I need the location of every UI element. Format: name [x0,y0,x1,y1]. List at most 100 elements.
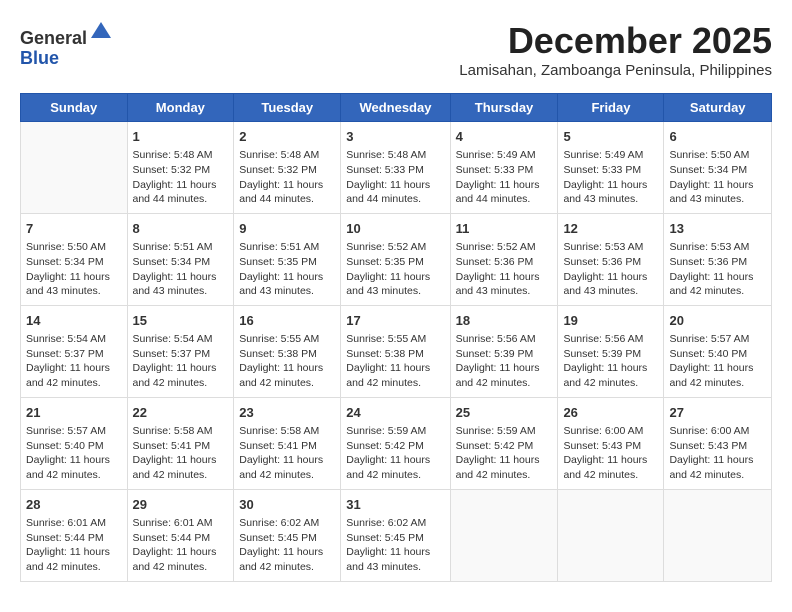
calendar-cell: 28Sunrise: 6:01 AM Sunset: 5:44 PM Dayli… [21,489,128,581]
calendar-cell: 18Sunrise: 5:56 AM Sunset: 5:39 PM Dayli… [450,305,558,397]
logo: General Blue [20,20,113,69]
calendar-cell: 22Sunrise: 5:58 AM Sunset: 5:41 PM Dayli… [127,397,234,489]
day-of-week-friday: Friday [558,94,664,122]
calendar-cell: 19 Sunrise: 5:56 AM Sunset: 5:39 PM Dayli… [558,305,664,397]
day-info: Sunrise: 5:57 AM Sunset: 5:40 PM Dayligh… [669,332,766,391]
day-info: Sunrise: 5:48 AM Sunset: 5:33 PM Dayligh… [346,148,444,207]
day-number: 13 [669,220,766,238]
day-number: 29 [133,496,229,514]
calendar-cell: 5 Sunrise: 5:49 AM Sunset: 5:33 PM Daylig… [558,122,664,214]
day-info: Sunrise: 5:53 AM Sunset: 5:36 PM Dayligh… [563,240,658,299]
calendar-cell: 12Sunrise: 5:53 AM Sunset: 5:36 PM Dayli… [558,213,664,305]
day-number: 26 [563,404,658,422]
calendar-cell: 20 Sunrise: 5:57 AM Sunset: 5:40 PM Dayli… [664,305,772,397]
calendar-cell [21,122,128,214]
day-number: 1 [133,128,229,146]
day-info: Sunrise: 5:55 AM Sunset: 5:38 PM Dayligh… [239,332,335,391]
calendar-week-4: 21Sunrise: 5:57 AM Sunset: 5:40 PM Dayli… [21,397,772,489]
day-of-week-tuesday: Tuesday [234,94,341,122]
calendar-cell: 10 Sunrise: 5:52 AM Sunset: 5:35 PM Dayli… [341,213,450,305]
day-info: Sunrise: 6:02 AM Sunset: 5:45 PM Dayligh… [239,516,335,575]
day-info: Sunrise: 5:49 AM Sunset: 5:33 PM Dayligh… [563,148,658,207]
calendar-table: SundayMondayTuesdayWednesdayThursdayFrid… [20,93,772,582]
day-info: Sunrise: 5:50 AM Sunset: 5:34 PM Dayligh… [26,240,122,299]
calendar-cell: 1 Sunrise: 5:48 AM Sunset: 5:32 PM Daylig… [127,122,234,214]
day-number: 5 [563,128,658,146]
day-number: 9 [239,220,335,238]
logo-icon [89,20,113,44]
day-info: Sunrise: 5:53 AM Sunset: 5:36 PM Dayligh… [669,240,766,299]
calendar-cell: 6 Sunrise: 5:50 AM Sunset: 5:34 PM Daylig… [664,122,772,214]
day-number: 19 [563,312,658,330]
day-number: 15 [133,312,229,330]
day-info: Sunrise: 5:48 AM Sunset: 5:32 PM Dayligh… [133,148,229,207]
day-info: Sunrise: 6:00 AM Sunset: 5:43 PM Dayligh… [563,424,658,483]
day-info: Sunrise: 5:50 AM Sunset: 5:34 PM Dayligh… [669,148,766,207]
calendar-cell: 27Sunrise: 6:00 AM Sunset: 5:43 PM Dayli… [664,397,772,489]
day-number: 23 [239,404,335,422]
logo-blue: Blue [20,48,59,68]
calendar-cell: 30Sunrise: 6:02 AM Sunset: 5:45 PM Dayli… [234,489,341,581]
day-number: 16 [239,312,335,330]
day-info: Sunrise: 5:59 AM Sunset: 5:42 PM Dayligh… [346,424,444,483]
day-number: 24 [346,404,444,422]
calendar-cell: 2Sunrise: 5:48 AM Sunset: 5:32 PM Daylig… [234,122,341,214]
subtitle: Lamisahan, Zamboanga Peninsula, Philippi… [459,62,772,79]
day-info: Sunrise: 5:48 AM Sunset: 5:32 PM Dayligh… [239,148,335,207]
day-of-week-saturday: Saturday [664,94,772,122]
day-number: 10 [346,220,444,238]
calendar-week-3: 14Sunrise: 5:54 AM Sunset: 5:37 PM Dayli… [21,305,772,397]
calendar-cell: 31 Sunrise: 6:02 AM Sunset: 5:45 PM Dayli… [341,489,450,581]
logo-general: General [20,28,87,48]
day-info: Sunrise: 5:54 AM Sunset: 5:37 PM Dayligh… [26,332,122,391]
calendar-header: SundayMondayTuesdayWednesdayThursdayFrid… [21,94,772,122]
day-info: Sunrise: 5:54 AM Sunset: 5:37 PM Dayligh… [133,332,229,391]
day-info: Sunrise: 5:52 AM Sunset: 5:36 PM Dayligh… [456,240,553,299]
days-of-week-row: SundayMondayTuesdayWednesdayThursdayFrid… [21,94,772,122]
day-number: 21 [26,404,122,422]
calendar-cell: 23Sunrise: 5:58 AM Sunset: 5:41 PM Dayli… [234,397,341,489]
title-area: December 2025 Lamisahan, Zamboanga Penin… [459,20,772,89]
calendar-body: 1 Sunrise: 5:48 AM Sunset: 5:32 PM Daylig… [21,122,772,582]
calendar-cell: 26 Sunrise: 6:00 AM Sunset: 5:43 PM Dayli… [558,397,664,489]
calendar-cell: 25 Sunrise: 5:59 AM Sunset: 5:42 PM Dayli… [450,397,558,489]
day-number: 31 [346,496,444,514]
day-number: 17 [346,312,444,330]
calendar-cell: 8 Sunrise: 5:51 AM Sunset: 5:34 PM Daylig… [127,213,234,305]
day-info: Sunrise: 5:52 AM Sunset: 5:35 PM Dayligh… [346,240,444,299]
day-of-week-thursday: Thursday [450,94,558,122]
day-number: 7 [26,220,122,238]
page-header: General Blue December 2025 Lamisahan, Za… [20,20,772,89]
calendar-cell: 24 Sunrise: 5:59 AM Sunset: 5:42 PM Dayli… [341,397,450,489]
calendar-cell: 11 Sunrise: 5:52 AM Sunset: 5:36 PM Dayli… [450,213,558,305]
calendar-cell: 13 Sunrise: 5:53 AM Sunset: 5:36 PM Dayli… [664,213,772,305]
calendar-cell [450,489,558,581]
calendar-week-2: 7 Sunrise: 5:50 AM Sunset: 5:34 PM Daylig… [21,213,772,305]
day-info: Sunrise: 5:56 AM Sunset: 5:39 PM Dayligh… [563,332,658,391]
day-info: Sunrise: 5:58 AM Sunset: 5:41 PM Dayligh… [133,424,229,483]
day-number: 6 [669,128,766,146]
day-info: Sunrise: 6:00 AM Sunset: 5:43 PM Dayligh… [669,424,766,483]
calendar-week-1: 1 Sunrise: 5:48 AM Sunset: 5:32 PM Daylig… [21,122,772,214]
day-info: Sunrise: 6:01 AM Sunset: 5:44 PM Dayligh… [133,516,229,575]
day-number: 11 [456,220,553,238]
day-info: Sunrise: 5:55 AM Sunset: 5:38 PM Dayligh… [346,332,444,391]
day-info: Sunrise: 5:49 AM Sunset: 5:33 PM Dayligh… [456,148,553,207]
day-number: 3 [346,128,444,146]
calendar-cell: 4Sunrise: 5:49 AM Sunset: 5:33 PM Daylig… [450,122,558,214]
day-number: 25 [456,404,553,422]
calendar-cell: 3 Sunrise: 5:48 AM Sunset: 5:33 PM Daylig… [341,122,450,214]
day-number: 20 [669,312,766,330]
calendar-cell: 29 Sunrise: 6:01 AM Sunset: 5:44 PM Dayli… [127,489,234,581]
day-info: Sunrise: 6:02 AM Sunset: 5:45 PM Dayligh… [346,516,444,575]
day-number: 8 [133,220,229,238]
month-title: December 2025 [459,20,772,62]
calendar-cell: 21Sunrise: 5:57 AM Sunset: 5:40 PM Dayli… [21,397,128,489]
day-of-week-wednesday: Wednesday [341,94,450,122]
calendar-cell: 17 Sunrise: 5:55 AM Sunset: 5:38 PM Dayli… [341,305,450,397]
day-of-week-sunday: Sunday [21,94,128,122]
day-info: Sunrise: 5:59 AM Sunset: 5:42 PM Dayligh… [456,424,553,483]
calendar-week-5: 28Sunrise: 6:01 AM Sunset: 5:44 PM Dayli… [21,489,772,581]
day-info: Sunrise: 5:51 AM Sunset: 5:35 PM Dayligh… [239,240,335,299]
day-info: Sunrise: 5:51 AM Sunset: 5:34 PM Dayligh… [133,240,229,299]
